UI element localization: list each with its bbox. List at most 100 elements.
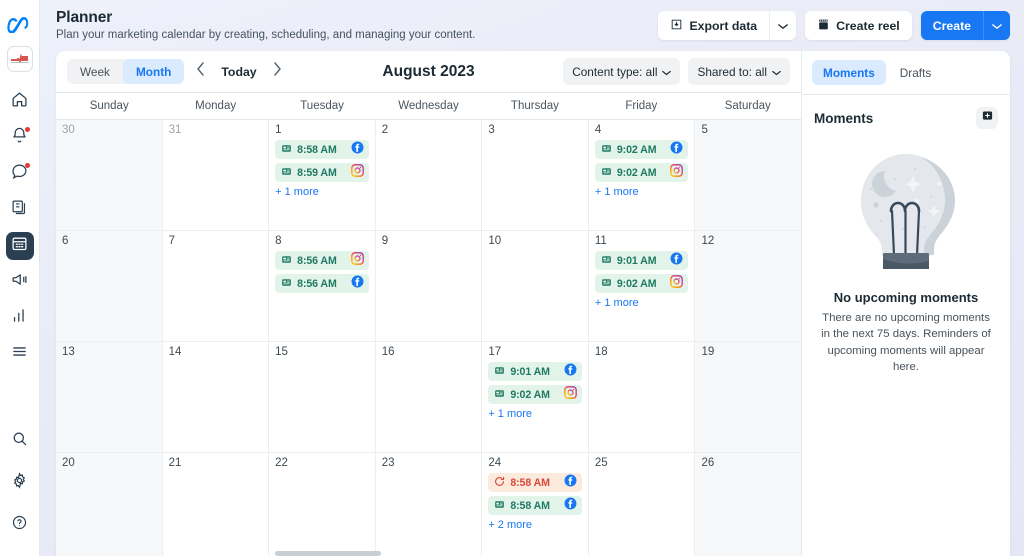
view-toggle-month[interactable]: Month [122,59,185,84]
day-number: 8 [275,235,282,247]
calendar-event-pill[interactable]: 9:02 AM [488,385,582,404]
calendar-day-cell[interactable]: 15 [269,342,376,452]
calendar-event-pill[interactable]: 8:59 AM [275,163,369,182]
show-more-events-link[interactable]: + 1 more [595,186,689,198]
content-type-filter[interactable]: Content type: all [563,58,681,85]
day-of-week-sunday: Sunday [89,100,129,112]
calendar-day-cell[interactable]: 12 [695,231,802,341]
calendar-day-cell[interactable]: 8 8:56 AM 8:56 AM [269,231,376,341]
calendar-event-pill[interactable]: 9:02 AM [594,163,689,182]
calendar-event-pill[interactable]: 9:01 AM [488,362,582,381]
calendar-day-cell[interactable]: 13 [56,342,163,452]
sidebar-item-inbox[interactable] [6,160,34,188]
sidebar-item-planner[interactable] [5,232,34,260]
calendar-day-cell[interactable]: 25 [588,453,696,556]
calendar-day-cell[interactable]: 19 [695,342,802,452]
sidebar-item-help[interactable] [6,511,34,539]
calendar-event-pill[interactable]: 8:58 AM [488,473,582,492]
calendar-week-row: 13 14 15 16 17 9:01 AM 9:02 AM + 1 more 18 19 [56,342,802,453]
export-data-dropdown[interactable] [769,11,797,40]
next-month-button[interactable] [266,60,290,84]
event-time: 9:02 AM [616,277,657,290]
day-number: 17 [488,346,502,358]
export-data-group: Export data [658,11,797,40]
instagram-icon [670,274,684,293]
business-profile-avatar[interactable] [6,46,33,72]
show-more-events-link[interactable]: + 1 more [488,408,582,420]
tab-moments[interactable]: Moments [812,60,886,85]
prev-month-button[interactable] [188,60,212,84]
sidebar-item-all-tools[interactable] [6,340,34,368]
add-moment-button[interactable] [976,107,998,129]
today-button[interactable]: Today [216,65,261,79]
export-data-label: Export data [689,18,758,33]
day-number: 19 [701,346,715,358]
calendar-day-cell[interactable]: 17 9:01 AM 9:02 AM + 1 more [482,342,589,452]
calendar-day-cell[interactable]: 1 8:58 AM 8:59 AM + 1 more [269,120,376,230]
show-more-events-link[interactable]: + 2 more [488,519,582,531]
day-number: 20 [62,457,75,469]
calendar-event-pill[interactable]: 9:02 AM [594,140,689,159]
sidebar-item-ads[interactable] [6,268,34,296]
calendar-day-cell[interactable]: 4 9:02 AM 9:02 AM + 1 more [588,120,696,230]
calendar-day-cell[interactable]: 6 [56,231,163,341]
calendar-day-cell[interactable]: 2 [375,120,483,230]
calendar-event-pill[interactable]: 8:56 AM [275,274,369,293]
calendar-day-cell[interactable]: 3 [482,120,589,230]
event-time: 9:02 AM [616,166,657,179]
facebook-icon [670,252,683,270]
day-number: 7 [168,235,175,247]
sidebar-item-settings[interactable] [6,469,34,497]
day-of-week-friday: Friday [625,100,658,112]
calendar-day-cell[interactable]: 11 9:01 AM 9:02 AM + 1 more [588,231,696,341]
calendar-day-cell[interactable]: 5 [695,120,802,230]
event-time: 9:01 AM [616,254,657,267]
day-number: 5 [701,124,708,136]
export-data-button[interactable]: Export data [658,11,770,40]
calendar-event-pill[interactable]: 8:58 AM [275,140,369,159]
calendar-event-pill[interactable]: 9:02 AM [594,274,689,293]
show-more-events-link[interactable]: + 1 more [275,186,369,198]
calendar-event-pill[interactable]: 8:58 AM [488,496,582,515]
calendar-day-cell[interactable]: 20 [56,453,163,556]
create-dropdown[interactable] [983,11,1010,40]
moments-section-title: Moments [814,110,874,126]
calendar-toolbar: Week Month Today August 2023 Content typ… [56,51,801,92]
sidebar-item-content[interactable] [6,196,34,224]
event-time: 8:58 AM [510,476,550,489]
calendar-event-pill[interactable]: 9:01 AM [594,251,689,270]
event-platform-icon [564,497,577,512]
post-icon [494,363,505,381]
sidebar-item-insights[interactable] [6,304,34,332]
show-more-events-link[interactable]: + 1 more [595,297,689,309]
calendar-horizontal-scrollbar[interactable] [275,551,381,556]
calendar-day-cell[interactable]: 30 [56,120,163,230]
facebook-icon [351,141,364,159]
sidebar-item-home[interactable] [6,88,34,116]
calendar-day-cell[interactable]: 21 [162,453,270,556]
calendar-event-pill[interactable]: 8:56 AM [275,251,369,270]
calendar-day-cell[interactable]: 9 [375,231,483,341]
day-number: 25 [594,457,608,469]
create-button[interactable]: Create [920,11,983,40]
calendar-day-cell[interactable]: 18 [588,342,696,452]
search-icon [11,430,28,452]
event-platform-icon [350,163,364,179]
calendar-day-cell[interactable]: 7 [162,231,270,341]
calendar-day-cell[interactable]: 10 [482,231,589,341]
meta-infinity-logo[interactable] [4,8,36,40]
calendar-day-cell[interactable]: 22 [269,453,376,556]
calendar-day-cell[interactable]: 16 [375,342,483,452]
view-toggle-week[interactable]: Week [67,59,123,84]
calendar-day-cell[interactable]: 24 8:58 AM 8:58 AM + 2 more [482,453,589,556]
sidebar-item-search[interactable] [6,427,34,455]
sidebar-item-notifications[interactable] [6,124,34,152]
create-reel-button[interactable]: Create reel [805,11,912,40]
calendar-day-cell[interactable]: 26 [695,453,802,556]
tab-drafts[interactable]: Drafts [889,60,942,85]
calendar-day-cell[interactable]: 14 [162,342,270,452]
calendar-day-cell[interactable]: 23 [375,453,483,556]
calendar-day-cell[interactable]: 31 [162,120,270,230]
shared-to-filter[interactable]: Shared to: all [688,58,790,85]
calendar-nav-controls: Week Month Today [67,59,290,84]
